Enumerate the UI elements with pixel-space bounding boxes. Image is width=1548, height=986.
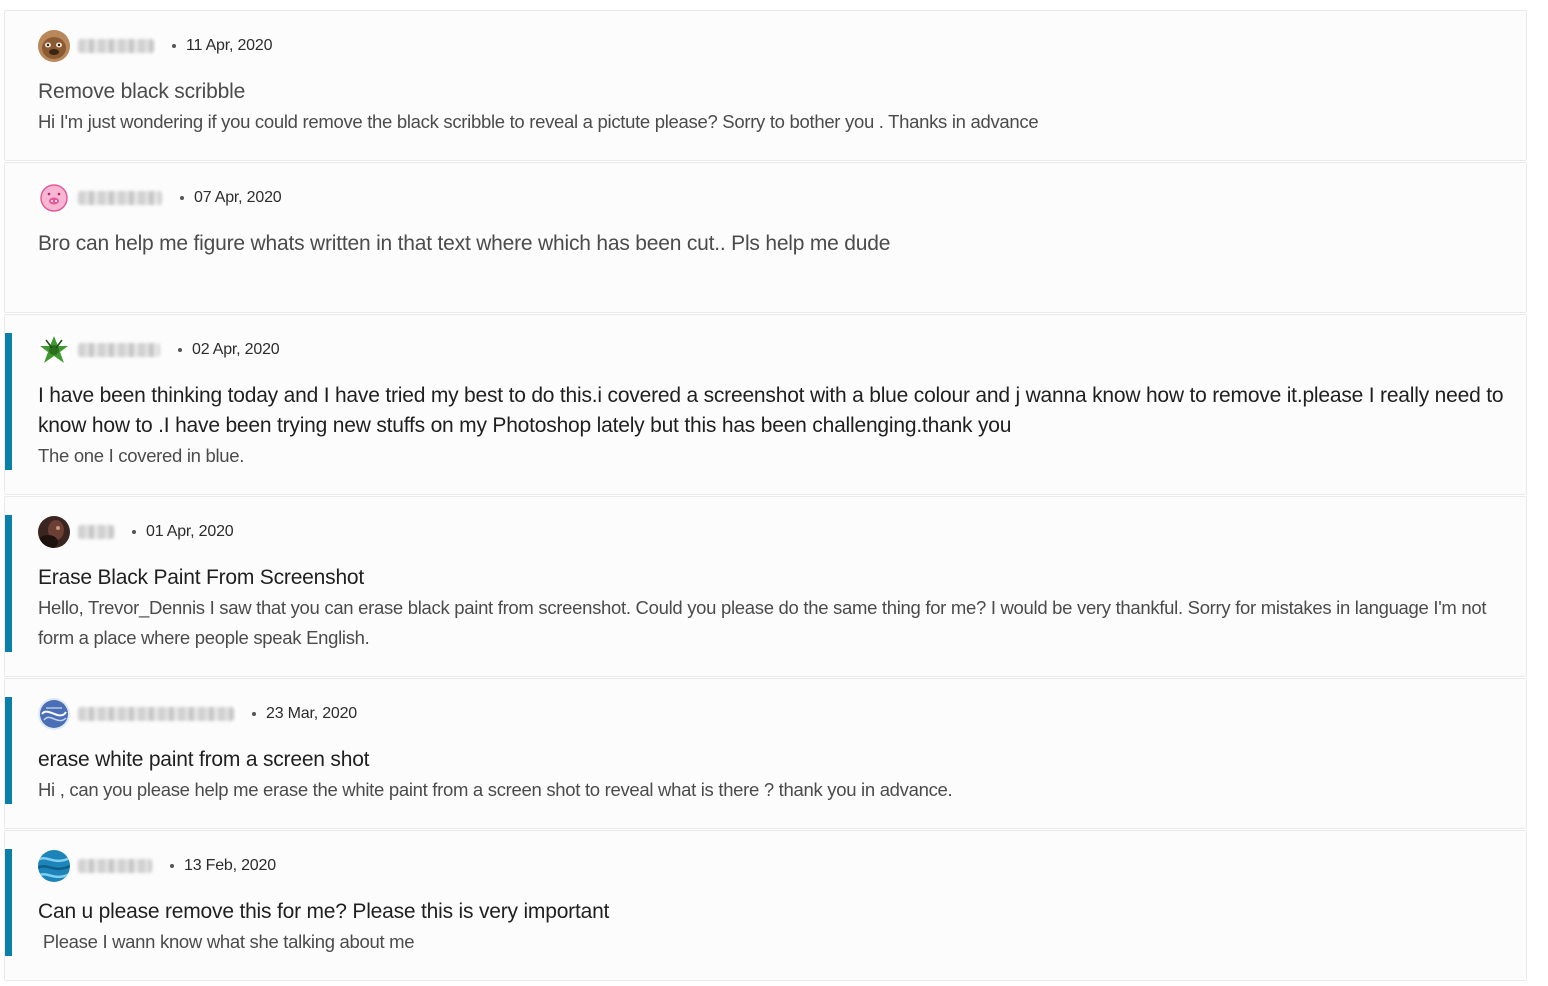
photo-avatar-icon[interactable] xyxy=(38,516,70,548)
post-card[interactable]: 11 Apr, 2020 Remove black scribble Hi I'… xyxy=(4,10,1527,161)
separator-dot xyxy=(180,196,184,200)
post-body: The one I covered in blue. xyxy=(38,445,245,466)
post-meta: 23 Mar, 2020 xyxy=(38,696,1510,732)
green-leaf-avatar-icon[interactable] xyxy=(38,334,70,366)
post-card[interactable]: 01 Apr, 2020 Erase Black Paint From Scre… xyxy=(4,496,1527,677)
separator-dot xyxy=(252,712,256,716)
post-card[interactable]: 13 Feb, 2020 Can u please remove this fo… xyxy=(4,830,1527,981)
post-title[interactable]: Erase Black Paint From Screenshot xyxy=(38,563,1510,593)
post-title[interactable]: erase white paint from a screen shot xyxy=(38,745,1510,775)
post-body: Hi I'm just wondering if you could remov… xyxy=(38,111,1039,132)
post-title[interactable]: Can u please remove this for me? Please … xyxy=(38,897,1510,927)
post-meta: 13 Feb, 2020 xyxy=(38,848,1510,884)
post-date: 13 Feb, 2020 xyxy=(184,857,276,874)
separator-dot xyxy=(172,44,176,48)
separator-dot xyxy=(170,864,174,868)
post-date: 01 Apr, 2020 xyxy=(146,523,234,540)
username[interactable] xyxy=(78,707,234,721)
post-card[interactable]: 02 Apr, 2020 I have been thinking today … xyxy=(4,314,1527,495)
post-meta: 07 Apr, 2020 xyxy=(38,180,1510,216)
post-title[interactable]: Bro can help me figure whats written in … xyxy=(38,229,1510,259)
post-body: Hi , can you please help me erase the wh… xyxy=(38,779,953,800)
post-date: 07 Apr, 2020 xyxy=(194,189,282,206)
post-meta: 02 Apr, 2020 xyxy=(38,332,1510,368)
blue-wave-avatar-icon[interactable] xyxy=(38,850,70,882)
post-date: 11 Apr, 2020 xyxy=(186,37,273,54)
separator-dot xyxy=(178,348,182,352)
post-meta: 01 Apr, 2020 xyxy=(38,514,1510,550)
bulldog-avatar-icon[interactable] xyxy=(38,30,70,62)
blue-pattern-avatar-icon[interactable] xyxy=(38,698,70,730)
post-card[interactable]: 23 Mar, 2020 erase white paint from a sc… xyxy=(4,678,1527,829)
post-feed: 11 Apr, 2020 Remove black scribble Hi I'… xyxy=(4,10,1527,982)
username[interactable] xyxy=(78,859,152,873)
post-body: Please I wann know what she talking abou… xyxy=(38,931,415,952)
post-meta: 11 Apr, 2020 xyxy=(38,28,1510,64)
post-body: Hello, Trevor_Dennis I saw that you can … xyxy=(38,597,1487,648)
username[interactable] xyxy=(78,343,160,357)
post-card[interactable]: 07 Apr, 2020 Bro can help me figure what… xyxy=(4,162,1527,313)
post-date: 23 Mar, 2020 xyxy=(266,705,357,722)
username[interactable] xyxy=(78,39,154,53)
pink-pig-avatar-icon[interactable] xyxy=(38,182,70,214)
post-date: 02 Apr, 2020 xyxy=(192,341,280,358)
username[interactable] xyxy=(78,191,162,205)
separator-dot xyxy=(132,530,136,534)
post-title[interactable]: I have been thinking today and I have tr… xyxy=(38,381,1510,441)
post-title[interactable]: Remove black scribble xyxy=(38,77,1510,107)
username[interactable] xyxy=(78,525,114,539)
